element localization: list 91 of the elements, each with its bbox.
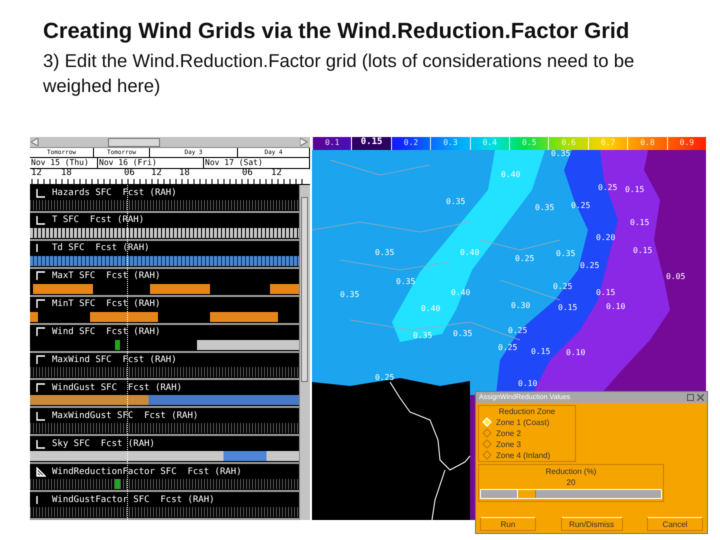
grid-label[interactable]: MaxWindGust SFC Fcst (RAH) — [52, 410, 198, 421]
map-value-label: 0.35 — [453, 329, 472, 338]
grid-timeline-strip[interactable] — [30, 256, 299, 266]
map-value-label: 0.35 — [375, 248, 394, 257]
day-label: Nov 17 (Sat) — [204, 158, 310, 168]
map-value-label: 0.25 — [498, 343, 518, 352]
scroll-right-icon[interactable] — [300, 138, 308, 146]
grid-label[interactable]: WindGust SFC Fcst (RAH) — [52, 382, 182, 393]
scale-label[interactable]: 0.15 — [351, 137, 391, 150]
grid-status-icon — [36, 299, 46, 310]
map-value-label: 0.35 — [446, 197, 466, 206]
map-value-label: 0.10 — [606, 302, 626, 311]
scrollbar-thumb[interactable] — [301, 197, 308, 382]
map-value-label: 0.10 — [518, 379, 538, 388]
slide-subtitle: 3) Edit the Wind.Reduction.Factor grid (lots of considerations need to be weighed here) — [43, 49, 636, 98]
scroll-left-icon[interactable] — [31, 138, 39, 146]
dialog-button[interactable]: Run/Dismiss — [560, 517, 622, 531]
map-value-label: 0.25 — [598, 183, 618, 192]
map-value-label: 0.25 — [571, 201, 590, 210]
radio-button[interactable] — [482, 450, 492, 460]
map-value-label: 0.40 — [451, 288, 470, 297]
grid-timeline-strip[interactable] — [30, 228, 299, 238]
map-value-label: 0.10 — [566, 348, 586, 357]
vertical-scrollbar[interactable] — [299, 185, 310, 520]
map-value-label: 0.25 — [375, 373, 394, 382]
map-value-label: 0.35 — [396, 277, 416, 286]
grid-label[interactable]: MinT SFC Fcst (RAH) — [52, 299, 160, 310]
map-value-label: 0.15 — [630, 218, 650, 227]
radio-label[interactable]: Zone 4 (Inland) — [496, 450, 550, 460]
map-value-label: 0.30 — [511, 301, 530, 310]
radio-label[interactable]: Zone 1 (Coast) — [496, 418, 550, 426]
map-value-label: 0.35 — [535, 203, 554, 212]
grid-timeline-strip[interactable] — [30, 395, 299, 406]
horizontal-scrollbar[interactable] — [30, 137, 310, 148]
grid-status-icon — [36, 215, 46, 226]
grid-status-icon — [36, 438, 46, 449]
radio-label[interactable]: Zone 2 — [496, 428, 521, 438]
slider-label: Reduction (%) — [546, 467, 596, 476]
slide-title: Creating Wind Grids via the Wind.Reduction.Factor Grid — [43, 18, 630, 44]
radio-button[interactable] — [482, 428, 492, 438]
close-icon[interactable] — [697, 394, 704, 401]
map-value-label: 0.15 — [633, 246, 652, 255]
map-value-label: 0.15 — [558, 303, 578, 312]
map-value-label: 0.15 — [531, 347, 550, 356]
map-value-label: 0.15 — [596, 288, 616, 297]
grid-label[interactable]: WindReductionFactor SFC Fcst (RAH) — [52, 466, 242, 477]
day-label: Nov 16 (Fri) — [98, 158, 204, 168]
map-value-label: 0.35 — [551, 150, 570, 158]
grid-timeline-strip[interactable] — [30, 284, 299, 294]
map-value-label: 0.40 — [421, 304, 440, 313]
map-value-label: 0.05 — [666, 272, 686, 281]
dialog-button[interactable]: Cancel — [647, 517, 703, 531]
map-value-label: 0.25 — [515, 254, 534, 263]
grid-status-icon — [36, 243, 38, 254]
map-value-label: 0.20 — [596, 233, 616, 242]
map-value-label: 0.40 — [501, 170, 520, 179]
maximize-icon[interactable] — [687, 394, 694, 401]
slider-thumb[interactable] — [516, 490, 536, 498]
grid-status-icon — [36, 327, 46, 338]
grid-status-icon — [36, 271, 46, 282]
map-value-label: 0.15 — [625, 185, 644, 194]
slider-track[interactable] — [480, 489, 662, 499]
grid-label[interactable]: MaxT SFC Fcst (RAH) — [52, 271, 160, 282]
grid-label[interactable]: MaxWind SFC Fcst (RAH) — [52, 355, 177, 366]
grid-status-icon — [36, 355, 46, 366]
grid-label[interactable]: WindGustFactor SFC Fcst (RAH) — [52, 494, 215, 505]
grid-status-icon — [36, 382, 46, 393]
grid-label[interactable]: Sky SFC Fcst (RAH) — [52, 438, 155, 449]
radio-label[interactable]: Zone 3 — [496, 440, 521, 448]
grid-timeline-strip[interactable] — [30, 451, 299, 462]
scrollbar-thumb[interactable] — [108, 138, 160, 147]
radio-button[interactable] — [482, 439, 492, 449]
map-value-label: 0.25 — [553, 282, 572, 291]
map-value-label: 0.40 — [460, 248, 480, 257]
grid-status-icon — [36, 410, 46, 421]
grid-label[interactable]: Hazards SFC Fcst (RAH) — [52, 188, 177, 198]
map-value-label: 0.35 — [340, 290, 360, 299]
dialog-button[interactable]: Run — [480, 517, 536, 531]
map-value-label: 0.35 — [413, 331, 432, 340]
grid-status-icon — [36, 188, 46, 198]
grid-status-icon — [36, 494, 38, 505]
slider-value: 20 — [566, 478, 576, 487]
map-value-label: 0.25 — [508, 326, 528, 335]
group-title: Reduction Zone — [498, 407, 556, 416]
day-label: Nov 15 (Thu) — [30, 158, 98, 168]
grid-status-icon — [36, 466, 46, 477]
map-value-label: 0.25 — [580, 261, 600, 270]
grid-label[interactable]: Td SFC Fcst (RAH) — [52, 243, 150, 254]
map-value-label: 0.35 — [556, 249, 576, 258]
grid-label[interactable]: T SFC Fcst (RAH) — [52, 215, 144, 226]
grid-label[interactable]: Wind SFC Fcst (RAH) — [52, 327, 160, 338]
